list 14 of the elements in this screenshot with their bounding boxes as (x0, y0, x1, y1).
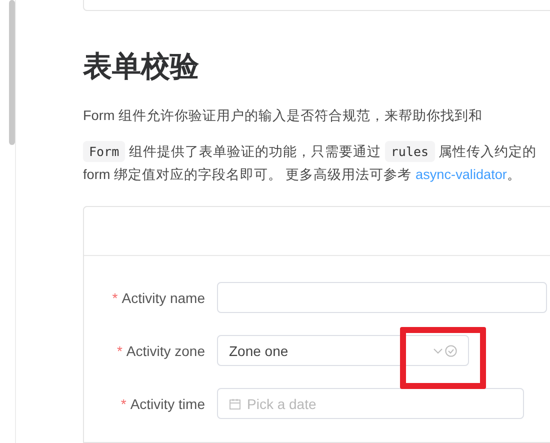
field-label: * Activity time (120, 396, 206, 412)
async-validator-link[interactable]: async-validator (416, 167, 507, 182)
calendar-icon (229, 398, 241, 410)
field-label: * Activity name (111, 290, 206, 306)
chevron-down-icon (433, 348, 443, 354)
select-field[interactable]: Zone one (217, 335, 469, 366)
intro-paragraph: Form 组件允许你验证用户的输入是否符合规范，来帮助你找到和 (83, 107, 484, 125)
scrollbar-thumb[interactable] (9, 0, 15, 145)
field-label: * Activity zone (116, 342, 206, 358)
placeholder-text: Pick a date (247, 396, 316, 412)
section-heading: 表单校验 (83, 51, 200, 83)
date-field[interactable]: Pick a date (217, 388, 524, 419)
description-paragraph: Form 组件提供了表单验证的功能，只需要通过 rules 属性传入约定的 form 绑定值对应的字段名即可。 更多高级用法可参考 async-validator。 (83, 140, 550, 186)
text-input[interactable] (217, 282, 547, 313)
